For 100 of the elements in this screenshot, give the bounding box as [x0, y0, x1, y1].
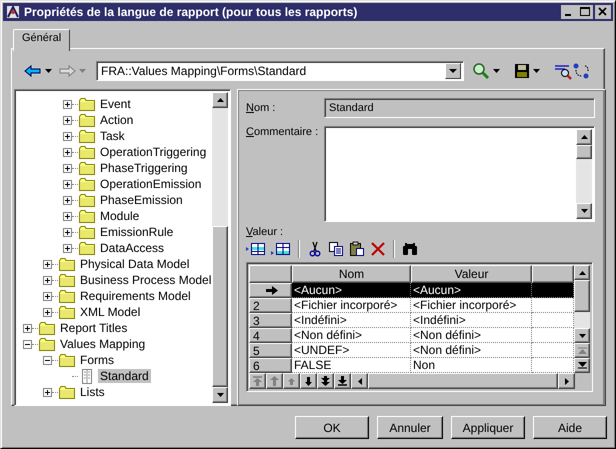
- expander-icon[interactable]: [63, 244, 72, 252]
- dialog-button[interactable]: Annuler: [377, 416, 443, 439]
- minimize-button[interactable]: [561, 5, 577, 19]
- table-row[interactable]: <Aucun> <Aucun>: [249, 283, 574, 298]
- tree-item[interactable]: Business Process Model: [78, 273, 212, 287]
- expander-icon[interactable]: [63, 180, 72, 188]
- up-arrow-icon[interactable]: [580, 135, 588, 139]
- expander-icon[interactable]: [43, 260, 52, 268]
- page-down-arrow-icon[interactable]: [321, 376, 330, 386]
- tree-item[interactable]: Task: [98, 129, 127, 143]
- caret-icon[interactable]: [493, 69, 500, 73]
- scrollbar[interactable]: [576, 129, 592, 219]
- tree-item[interactable]: Forms: [78, 353, 116, 367]
- back-arrow-icon[interactable]: [24, 64, 42, 78]
- forward-arrow-icon[interactable]: [58, 64, 76, 78]
- tab[interactable]: Général: [13, 29, 70, 51]
- scroll-thumb[interactable]: [212, 226, 228, 387]
- replace-icon[interactable]: [572, 62, 590, 80]
- expander-icon[interactable]: [63, 228, 72, 236]
- expander-icon[interactable]: [63, 212, 72, 220]
- row-header[interactable]: [249, 283, 292, 298]
- expander-icon[interactable]: [63, 132, 72, 140]
- expander-icon[interactable]: [43, 292, 52, 300]
- dropdown-icon[interactable]: [445, 63, 461, 79]
- scroll-thumb[interactable]: [576, 145, 592, 159]
- expander-icon[interactable]: [63, 164, 72, 172]
- expander-icon[interactable]: [23, 340, 32, 348]
- maximize-button[interactable]: [577, 5, 593, 19]
- tree-item[interactable]: Requirements Model: [78, 289, 193, 303]
- tree-item[interactable]: Action: [98, 113, 136, 127]
- expander-icon[interactable]: [23, 324, 32, 332]
- expander-icon[interactable]: [43, 308, 52, 316]
- close-button[interactable]: [595, 5, 611, 19]
- dialog-button[interactable]: Appliquer: [451, 416, 525, 439]
- tree-item[interactable]: OperationTriggering: [98, 145, 208, 159]
- comment-field[interactable]: [324, 126, 595, 222]
- table-row[interactable]: 3 <Indéfini> <Indéfini>: [249, 313, 574, 328]
- column-header[interactable]: [532, 265, 574, 283]
- up-arrow-icon[interactable]: [578, 270, 586, 274]
- add-row-icon[interactable]: [271, 241, 291, 257]
- down-arrow-icon[interactable]: [580, 209, 588, 213]
- scrollbar[interactable]: [351, 373, 575, 389]
- scroll-thumb[interactable]: [574, 280, 590, 312]
- insert-row-icon[interactable]: [246, 241, 266, 257]
- tree-item[interactable]: Event: [98, 97, 133, 111]
- binoculars-icon[interactable]: [402, 241, 418, 257]
- table-row[interactable]: 5 <UNDEF> <Non défini>: [249, 343, 574, 358]
- expander-icon[interactable]: [63, 196, 72, 204]
- search-icon[interactable]: [472, 62, 490, 80]
- row-header[interactable]: 5: [249, 343, 292, 358]
- tree-item[interactable]: Physical Data Model: [78, 257, 192, 271]
- column-header[interactable]: Valeur: [411, 265, 532, 283]
- expander-icon[interactable]: [43, 356, 52, 364]
- down-arrow-icon[interactable]: [578, 334, 586, 338]
- down-arrow-icon[interactable]: [305, 376, 312, 386]
- dialog-button[interactable]: OK: [295, 416, 369, 439]
- expander-icon[interactable]: [63, 148, 72, 156]
- tree-item[interactable]: PhaseTriggering: [98, 161, 190, 175]
- row-header[interactable]: 6: [249, 358, 292, 373]
- table-row[interactable]: 2 <Fichier incorporé> <Fichier incorporé>: [249, 298, 574, 313]
- row-header[interactable]: 3: [249, 313, 292, 328]
- folder-icon: [79, 178, 95, 190]
- paste-icon[interactable]: [349, 241, 365, 257]
- expander-icon[interactable]: [63, 116, 72, 124]
- scrollbar[interactable]: [574, 265, 590, 373]
- caret-icon[interactable]: [45, 69, 52, 73]
- table-row[interactable]: 4 <Non défini> <Non défini>: [249, 328, 574, 343]
- tree-item[interactable]: EmissionRule: [98, 225, 176, 239]
- row-header[interactable]: 2: [249, 298, 292, 313]
- tree-item[interactable]: Module: [98, 209, 142, 223]
- tree-item[interactable]: OperationEmission: [98, 177, 204, 191]
- left-arrow-icon[interactable]: [358, 378, 362, 384]
- expander-icon[interactable]: [63, 100, 72, 108]
- tree-item[interactable]: Lists: [78, 385, 107, 399]
- scrollbar[interactable]: [212, 92, 228, 403]
- caret-icon[interactable]: [533, 69, 540, 73]
- copy-icon[interactable]: [328, 241, 344, 257]
- up-arrow-icon[interactable]: [216, 98, 224, 102]
- expander-icon[interactable]: [43, 276, 52, 284]
- scroll-thumb[interactable]: [368, 373, 558, 389]
- last-record-icon[interactable]: [338, 376, 347, 386]
- corner-header[interactable]: [249, 265, 292, 283]
- row-header[interactable]: 4: [249, 328, 292, 343]
- delete-icon[interactable]: [370, 241, 386, 257]
- right-arrow-icon[interactable]: [564, 378, 568, 384]
- tree-item[interactable]: DataAccess: [98, 241, 166, 255]
- tree-item[interactable]: Standard: [98, 369, 151, 383]
- path-combo[interactable]: FRA::Values Mapping\Forms\Standard: [96, 61, 464, 81]
- scissors-icon[interactable]: [307, 241, 323, 257]
- page-down-icon[interactable]: [578, 362, 586, 369]
- tree-item[interactable]: Report Titles: [58, 321, 130, 335]
- expander-icon[interactable]: [43, 388, 52, 396]
- tree-item[interactable]: XML Model: [78, 305, 142, 319]
- column-header[interactable]: Nom: [292, 265, 411, 283]
- name-field[interactable]: Standard: [324, 98, 595, 118]
- tree-item[interactable]: PhaseEmission: [98, 193, 185, 207]
- tree-item[interactable]: Values Mapping: [58, 337, 148, 351]
- dialog-button[interactable]: Aide: [533, 416, 607, 439]
- scroll-track[interactable]: [574, 312, 590, 328]
- down-arrow-icon[interactable]: [216, 393, 224, 397]
